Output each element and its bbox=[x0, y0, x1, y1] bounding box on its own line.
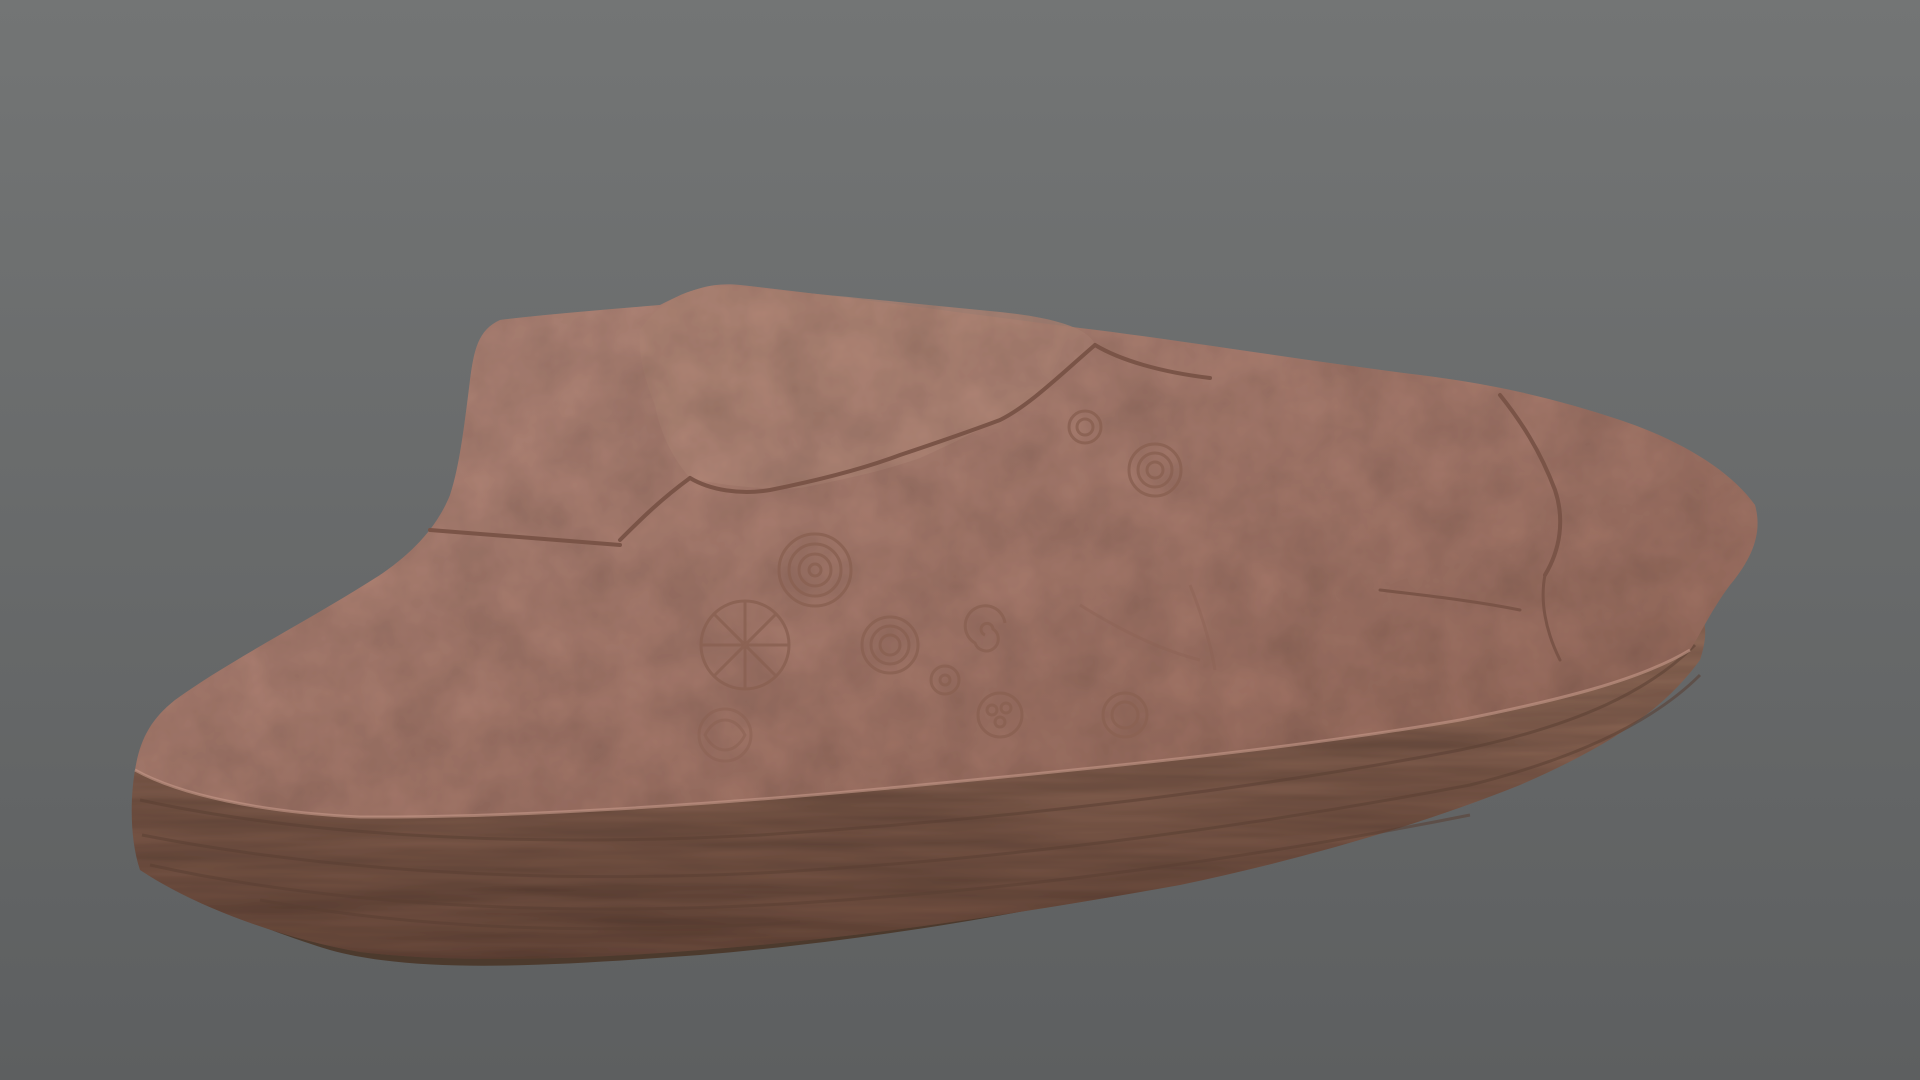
carving-wheel-cross bbox=[699, 599, 791, 691]
scene bbox=[0, 0, 1920, 1080]
rock-scene bbox=[0, 0, 1920, 1080]
